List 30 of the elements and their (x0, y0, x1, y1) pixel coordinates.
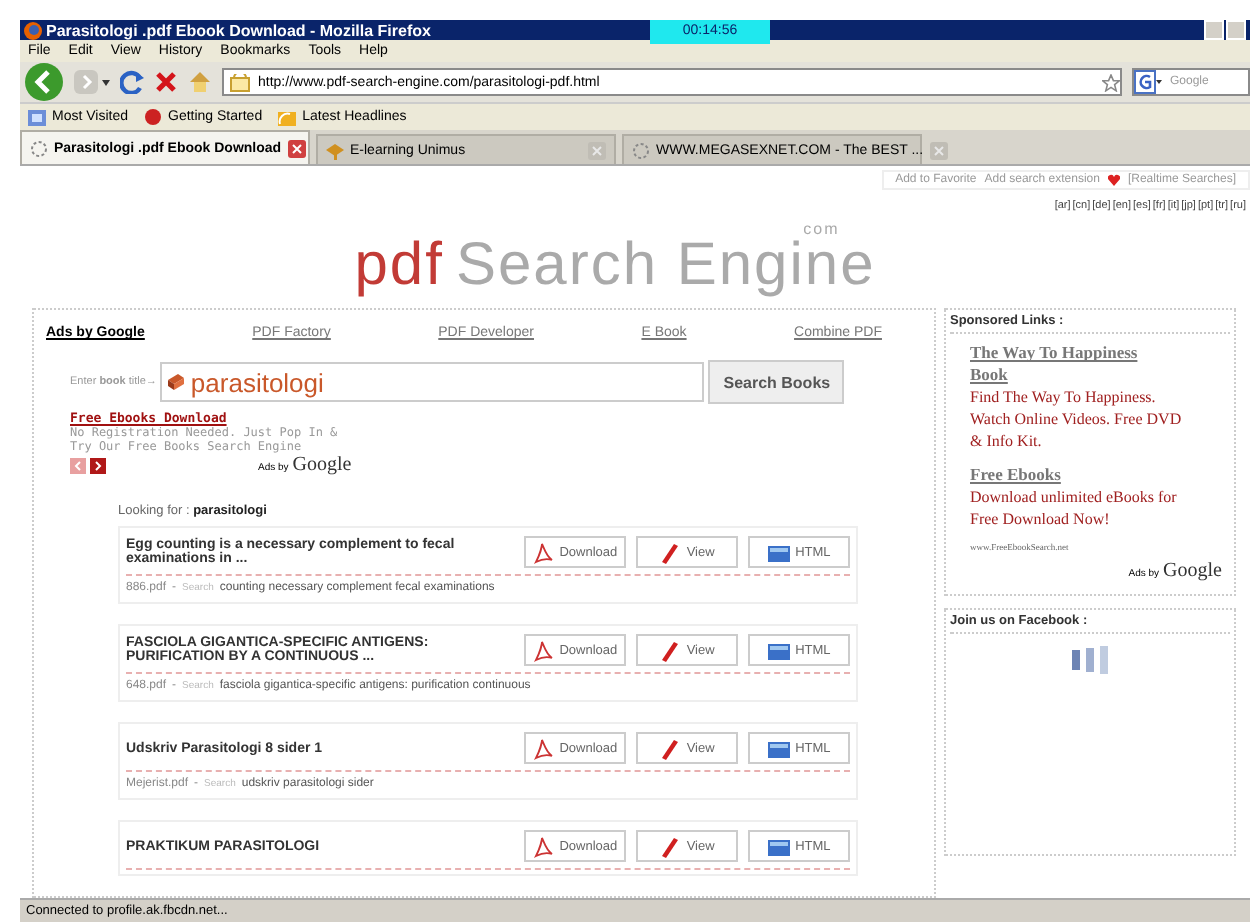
pencil-icon (658, 639, 681, 662)
ads-brand: Google (292, 454, 352, 477)
ad-link[interactable]: Free Ebooks (970, 464, 1170, 487)
html-icon (767, 737, 790, 760)
html-icon (767, 639, 790, 662)
forward-icon[interactable] (74, 70, 110, 95)
pencil-icon (658, 737, 681, 760)
firefox-icon (24, 21, 42, 39)
close-icon[interactable] (287, 139, 306, 158)
window-title: Parasitologi .pdf Ebook Download - Mozilla Firefox (46, 21, 431, 39)
pencil-icon (658, 835, 681, 858)
ad-text: Find The Way To Happiness. Watch Online Videos. Free DVD & Info Kit. (970, 386, 1184, 453)
star-icon[interactable] (1102, 73, 1120, 92)
search-button[interactable]: Search Books (708, 360, 845, 405)
logo-text: pdf (354, 232, 444, 301)
stop-icon[interactable] (154, 70, 178, 95)
google-icon[interactable] (1134, 70, 1162, 95)
heart-icon (1107, 174, 1120, 187)
html-icon (767, 541, 790, 564)
bookmark-folder-icon (28, 108, 46, 127)
search-value: parasitologi (190, 367, 324, 398)
search-field[interactable]: parasitologi (160, 362, 705, 403)
back-icon[interactable] (24, 62, 64, 103)
pencil-icon (658, 541, 681, 564)
reload-icon[interactable] (120, 70, 144, 95)
next-icon[interactable] (90, 457, 106, 474)
ad-text: Download unlimited eBooks for Free Download Now! (970, 486, 1179, 531)
ad-link[interactable]: The Way To Happiness Book (970, 342, 1170, 387)
html-icon (767, 835, 790, 858)
ads-brand: Google (1163, 560, 1222, 583)
